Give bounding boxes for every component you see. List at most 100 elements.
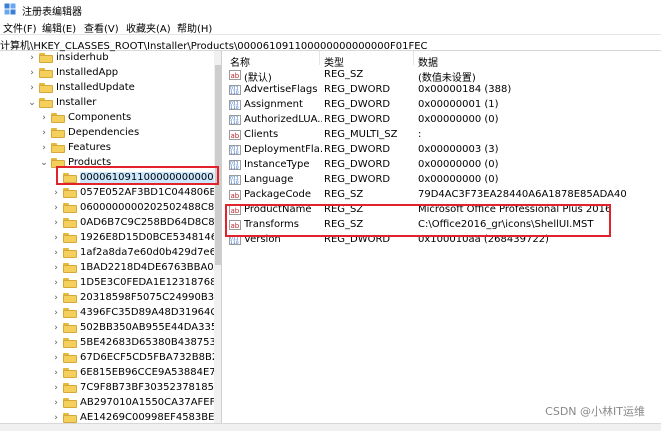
tree-node-label[interactable]: 67D6ECF5CD5FBA732B8B22E: [80, 352, 221, 363]
chevron-right-icon[interactable]: ›: [52, 338, 60, 348]
tree-node-label[interactable]: Installer: [56, 97, 96, 108]
menu-favorites[interactable]: 收藏夹(A): [126, 20, 171, 35]
tree-node[interactable]: › 7C9F8B73BF3035237818527: [0, 381, 221, 396]
chevron-down-icon[interactable]: ⌄: [28, 98, 36, 108]
registry-tree[interactable]: › insiderhub › InstalledApp › InstalledUpdate…: [0, 51, 222, 423]
chevron-right-icon[interactable]: ›: [52, 233, 60, 243]
tree-node-label[interactable]: 1D5E3C0FEDA1E123187686F: [80, 277, 221, 288]
chevron-right-icon[interactable]: ›: [28, 68, 36, 78]
value-row[interactable]: ab ProductName REG_SZ Microsoft Office Prof…: [223, 203, 661, 218]
tree-node-label[interactable]: 1BAD2218D4DE6763BBA0AC: [80, 262, 221, 273]
chevron-right-icon[interactable]: ›: [52, 413, 60, 423]
value-row[interactable]: ab (默认) REG_SZ (数值未设置): [223, 68, 661, 84]
tree-node-label[interactable]: Dependencies: [68, 127, 139, 138]
chevron-right-icon[interactable]: ›: [40, 113, 48, 123]
tree-node-label[interactable]: 0AD6B7C9C258BD64D8C88F: [80, 217, 221, 228]
chevron-right-icon[interactable]: ›: [40, 128, 48, 138]
chevron-right-icon[interactable]: ›: [52, 263, 60, 273]
value-list[interactable]: 名称 类型 数据 ab (默认) REG_SZ (数值未设置) 011 110 Advert…: [223, 51, 661, 423]
tree-node-label[interactable]: 1926E8D15D0BCE53481466E: [80, 232, 221, 243]
value-row[interactable]: 011 110 Assignment REG_DWORD 0x00000001 (1): [223, 98, 661, 113]
value-row[interactable]: 011 110 AuthorizedLUA... REG_DWORD 0x0000000…: [223, 113, 661, 128]
tree-node-label[interactable]: 057E052AF3BD1C044806E87: [80, 187, 221, 198]
chevron-right-icon[interactable]: ›: [52, 203, 60, 213]
tree-node[interactable]: › InstalledUpdate: [0, 81, 214, 96]
tree-node-label[interactable]: 0600000000202502488C8B9: [80, 202, 221, 213]
tree-node[interactable]: › 0600000000202502488C8B9: [0, 201, 221, 216]
chevron-right-icon[interactable]: ›: [28, 53, 36, 63]
menu-file[interactable]: 文件(F): [3, 20, 37, 35]
address-bar[interactable]: 计算机\HKEY_CLASSES_ROOT\Installer\Products…: [0, 34, 661, 52]
tree-node-label[interactable]: InstalledApp: [56, 67, 118, 78]
tree-node[interactable]: › Features: [0, 141, 214, 156]
column-header-data[interactable]: 数据: [418, 54, 438, 69]
tree-node[interactable]: › Dependencies: [0, 126, 214, 141]
tree-node-label[interactable]: 4396FC35D89A48D31964CFE: [80, 307, 221, 318]
tree-node[interactable]: › Components: [0, 111, 214, 126]
menu-help[interactable]: 帮助(H): [177, 20, 212, 35]
value-row[interactable]: 011 110 AdvertiseFlags REG_DWORD 0x00000184 …: [223, 83, 661, 98]
tree-node[interactable]: › 4396FC35D89A48D31964CFE: [0, 306, 221, 321]
tree-node-label[interactable]: AE14269C00998EF4583BE13: [80, 412, 221, 423]
tree-node-label[interactable]: 1af2a8da7e60d0b429d7e64: [80, 247, 221, 258]
chevron-right-icon[interactable]: ›: [52, 353, 60, 363]
tree-node-label[interactable]: AB297010A1550CA37AFEF0E: [80, 397, 221, 408]
tree-node[interactable]: › 0AD6B7C9C258BD64D8C88F: [0, 216, 221, 231]
tree-node-label[interactable]: insiderhub: [56, 52, 109, 63]
tree-node[interactable]: ⌄ Products: [0, 156, 214, 171]
value-row[interactable]: 011 110 InstanceType REG_DWORD 0x00000000 (0…: [223, 158, 661, 173]
chevron-right-icon[interactable]: ›: [52, 293, 60, 303]
tree-node-label[interactable]: Features: [68, 142, 111, 153]
chevron-right-icon[interactable]: ›: [52, 188, 60, 198]
tree-node-label[interactable]: 000061091100000000000000F01FEC: [80, 172, 221, 183]
chevron-right-icon[interactable]: ›: [28, 83, 36, 93]
tree-node[interactable]: › insiderhub: [0, 51, 214, 66]
tree-scrollbar-thumb[interactable]: [215, 65, 221, 265]
value-row[interactable]: 011 110 DeploymentFla... REG_DWORD 0x0000000…: [223, 143, 661, 158]
tree-node[interactable]: 000061091100000000000000F01FEC: [0, 171, 221, 186]
column-header-type[interactable]: 类型: [324, 54, 344, 69]
tree-node-label[interactable]: 7C9F8B73BF3035237818527: [80, 382, 221, 393]
tree-node[interactable]: › InstalledApp: [0, 66, 214, 81]
tree-node-label[interactable]: 5BE42683D65380B438753CD: [80, 337, 221, 348]
chevron-right-icon[interactable]: ›: [52, 218, 60, 228]
tree-node[interactable]: › 6E815EB96CCE9A53884E785: [0, 366, 221, 381]
tree-node[interactable]: › 20318598F5075C24990B3E8: [0, 291, 221, 306]
tree-node[interactable]: › 67D6ECF5CD5FBA732B8B22E: [0, 351, 221, 366]
address-path[interactable]: 计算机\HKEY_CLASSES_ROOT\Installer\Products…: [0, 37, 428, 52]
tree-node-label[interactable]: Products: [68, 157, 111, 168]
chevron-right-icon[interactable]: ›: [52, 248, 60, 258]
tree-node-label[interactable]: InstalledUpdate: [56, 82, 135, 93]
tree-node[interactable]: › 5BE42683D65380B438753CD: [0, 336, 221, 351]
tree-node[interactable]: › 1D5E3C0FEDA1E123187686F: [0, 276, 221, 291]
tree-node[interactable]: › AE14269C00998EF4583BE13: [0, 411, 221, 423]
column-divider[interactable]: [413, 51, 414, 65]
menu-edit[interactable]: 编辑(E): [42, 20, 76, 35]
chevron-right-icon[interactable]: ›: [52, 278, 60, 288]
tree-node-label[interactable]: 6E815EB96CCE9A53884E785: [80, 367, 221, 378]
tree-node[interactable]: ⌄ Installer: [0, 96, 214, 111]
chevron-right-icon[interactable]: ›: [52, 368, 60, 378]
value-row[interactable]: 011 110 Language REG_DWORD 0x00000000 (0): [223, 173, 661, 188]
tree-node-label[interactable]: 502BB350AB955E44DA335F0: [80, 322, 221, 333]
tree-node-label[interactable]: 20318598F5075C24990B3E8: [80, 292, 221, 303]
tree-node-label[interactable]: Components: [68, 112, 131, 123]
value-row[interactable]: ab Transforms REG_SZ C:\Office2016_gr\icons…: [223, 218, 661, 233]
value-row[interactable]: ab Clients REG_MULTI_SZ:: [223, 128, 661, 143]
chevron-right-icon[interactable]: ›: [52, 308, 60, 318]
chevron-down-icon[interactable]: ⌄: [40, 158, 48, 168]
tree-node[interactable]: › 502BB350AB955E44DA335F0: [0, 321, 221, 336]
chevron-right-icon[interactable]: ›: [52, 323, 60, 333]
menu-view[interactable]: 查看(V): [84, 20, 119, 35]
tree-node[interactable]: › 1af2a8da7e60d0b429d7e64: [0, 246, 221, 261]
chevron-right-icon[interactable]: ›: [52, 398, 60, 408]
value-row[interactable]: 011 110 Version REG_DWORD 0x100010aa (268439…: [223, 233, 661, 248]
tree-scrollbar[interactable]: [214, 51, 221, 423]
tree-node[interactable]: › 1926E8D15D0BCE53481466E: [0, 231, 221, 246]
chevron-right-icon[interactable]: ›: [40, 143, 48, 153]
tree-node[interactable]: › 057E052AF3BD1C044806E87: [0, 186, 221, 201]
tree-node[interactable]: › AB297010A1550CA37AFEF0E: [0, 396, 221, 411]
chevron-right-icon[interactable]: ›: [52, 383, 60, 393]
column-header-name[interactable]: 名称: [230, 54, 250, 69]
tree-node[interactable]: › 1BAD2218D4DE6763BBA0AC: [0, 261, 221, 276]
